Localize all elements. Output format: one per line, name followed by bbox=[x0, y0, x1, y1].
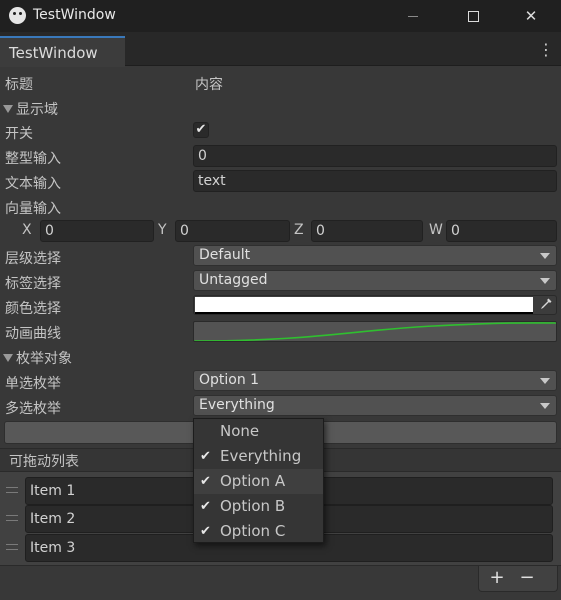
popup-item-label: Option B bbox=[220, 497, 286, 515]
tag-dropdown-value: Untagged bbox=[199, 272, 268, 288]
flags-enum-dropdown[interactable]: Everything bbox=[193, 395, 557, 416]
minimize-button[interactable] bbox=[390, 0, 436, 32]
vector-input-label: 向量输入 bbox=[5, 201, 61, 217]
layer-dropdown-value: Default bbox=[199, 247, 251, 263]
column-header-title: 标题 bbox=[5, 77, 33, 93]
display-section-label: 显示域 bbox=[16, 102, 58, 118]
layer-dropdown[interactable]: Default bbox=[193, 245, 557, 266]
text-input-field[interactable]: text bbox=[193, 170, 557, 192]
single-enum-label: 单选枚举 bbox=[5, 376, 61, 392]
display-section-foldout[interactable]: 显示域 bbox=[3, 99, 58, 119]
maximize-icon bbox=[467, 11, 479, 22]
drag-handle-icon[interactable] bbox=[6, 487, 18, 493]
add-item-button[interactable]: + bbox=[482, 567, 512, 589]
drag-handle-icon[interactable] bbox=[6, 544, 18, 550]
vector-w-field[interactable]: 0 bbox=[446, 220, 557, 242]
foldout-arrow-icon bbox=[3, 354, 13, 362]
animation-curve-label: 动画曲线 bbox=[5, 326, 61, 342]
layer-select-label: 层级选择 bbox=[5, 251, 61, 267]
enum-section-label: 枚举对象 bbox=[16, 351, 72, 367]
close-button[interactable]: ✕ bbox=[508, 0, 554, 32]
enum-section-foldout[interactable]: 枚举对象 bbox=[3, 348, 72, 368]
column-header-content: 内容 bbox=[195, 77, 223, 93]
minimize-icon bbox=[408, 16, 418, 17]
popup-item-label: Option A bbox=[220, 472, 286, 490]
color-alpha-bar bbox=[195, 312, 533, 314]
check-icon: ✔ bbox=[200, 449, 211, 464]
flags-popup-menu: None ✔ Everything ✔ Option A ✔ Option B ✔ Op… bbox=[193, 418, 324, 543]
animation-curve-field[interactable] bbox=[193, 321, 557, 342]
dropdown-arrow-icon bbox=[540, 278, 550, 284]
single-enum-dropdown[interactable]: Option 1 bbox=[193, 370, 557, 391]
flags-enum-value: Everything bbox=[199, 397, 275, 413]
unity-app-icon bbox=[9, 7, 26, 24]
window-title: TestWindow bbox=[33, 7, 116, 23]
curve-line bbox=[194, 322, 556, 341]
dropdown-arrow-icon bbox=[540, 378, 550, 384]
vector-y-field[interactable]: 0 bbox=[175, 220, 290, 242]
popup-item-option-c[interactable]: ✔ Option C bbox=[194, 519, 323, 544]
remove-item-button[interactable]: − bbox=[512, 567, 542, 589]
popup-item-everything[interactable]: ✔ Everything bbox=[194, 444, 323, 469]
more-options-icon[interactable]: ⋮ bbox=[536, 40, 556, 60]
check-icon: ✔ bbox=[200, 524, 211, 539]
maximize-button[interactable] bbox=[450, 0, 496, 32]
toggle-label: 开关 bbox=[5, 126, 33, 142]
tag-dropdown[interactable]: Untagged bbox=[193, 270, 557, 291]
vector-z-field[interactable]: 0 bbox=[311, 220, 423, 242]
foldout-arrow-icon bbox=[3, 105, 13, 113]
int-input-field[interactable]: 0 bbox=[193, 145, 557, 167]
vector-w-label: W bbox=[429, 222, 443, 238]
popup-item-none[interactable]: None bbox=[194, 419, 323, 444]
popup-item-label: Everything bbox=[220, 447, 302, 465]
text-input-label: 文本输入 bbox=[5, 176, 61, 192]
single-enum-value: Option 1 bbox=[199, 372, 260, 388]
popup-item-option-a[interactable]: ✔ Option A bbox=[194, 469, 323, 494]
drag-handle-icon[interactable] bbox=[6, 515, 18, 521]
int-input-label: 整型输入 bbox=[5, 151, 61, 167]
eyedropper-icon[interactable] bbox=[538, 297, 554, 313]
vector-y-label: Y bbox=[158, 222, 167, 238]
flags-enum-label: 多选枚举 bbox=[5, 401, 61, 417]
dropdown-arrow-icon bbox=[540, 403, 550, 409]
color-select-label: 颜色选择 bbox=[5, 301, 61, 317]
popup-item-label: None bbox=[220, 422, 260, 440]
tab-label: TestWindow bbox=[9, 44, 98, 62]
tag-select-label: 标签选择 bbox=[5, 276, 61, 292]
popup-item-option-b[interactable]: ✔ Option B bbox=[194, 494, 323, 519]
dropdown-arrow-icon bbox=[540, 253, 550, 259]
checkmark-icon: ✔ bbox=[195, 122, 207, 137]
popup-item-label: Option C bbox=[220, 522, 286, 540]
vector-x-label: X bbox=[22, 222, 32, 238]
toggle-checkbox[interactable]: ✔ bbox=[193, 122, 209, 138]
vector-x-field[interactable]: 0 bbox=[40, 220, 154, 242]
vector-z-label: Z bbox=[294, 222, 304, 238]
reorderable-list-title: 可拖动列表 bbox=[9, 454, 79, 470]
check-icon: ✔ bbox=[200, 474, 211, 489]
close-icon: ✕ bbox=[524, 7, 538, 25]
color-swatch[interactable] bbox=[195, 297, 533, 312]
check-icon: ✔ bbox=[200, 499, 211, 514]
